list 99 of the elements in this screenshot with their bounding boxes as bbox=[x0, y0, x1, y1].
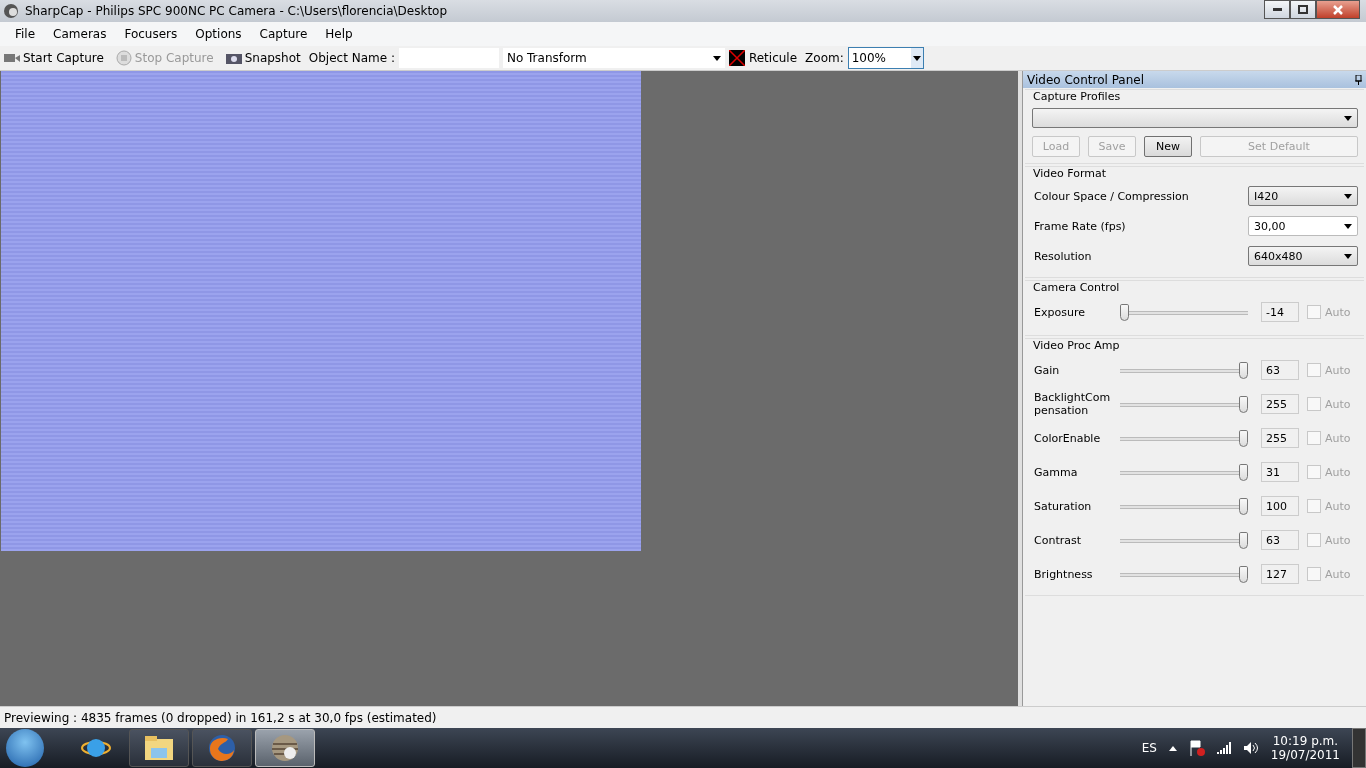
format-dropdown[interactable]: 640x480 bbox=[1248, 246, 1358, 266]
control-label: Brightness bbox=[1034, 567, 1094, 581]
stop-icon bbox=[115, 50, 132, 66]
profile-dropdown[interactable] bbox=[1032, 108, 1358, 128]
profile-button[interactable]: New bbox=[1144, 136, 1192, 157]
auto-label: Auto bbox=[1325, 305, 1351, 319]
control-label: Contrast bbox=[1034, 533, 1082, 547]
value-field[interactable]: 255 bbox=[1261, 394, 1299, 414]
menu-item[interactable]: Help bbox=[316, 27, 362, 41]
value-field[interactable]: 63 bbox=[1261, 360, 1299, 380]
camera-icon bbox=[4, 52, 20, 64]
slider-thumb[interactable] bbox=[1239, 429, 1248, 447]
auto-label: Auto bbox=[1325, 397, 1351, 411]
caret-icon bbox=[1344, 193, 1352, 199]
signal-bars-icon[interactable] bbox=[1216, 742, 1231, 754]
caret-icon bbox=[1344, 115, 1352, 121]
caret-icon bbox=[1344, 253, 1352, 259]
control-label: BacklightCom pensation bbox=[1034, 391, 1112, 417]
object-name-label: Object Name : bbox=[308, 51, 395, 65]
field-label: Frame Rate (fps) bbox=[1034, 219, 1126, 233]
taskbar-app[interactable] bbox=[129, 729, 189, 767]
start-button[interactable] bbox=[6, 729, 44, 767]
auto-label: Auto bbox=[1325, 431, 1351, 445]
toolbar-button[interactable]: Start Capture bbox=[0, 51, 108, 65]
slider-thumb[interactable] bbox=[1239, 497, 1248, 515]
format-dropdown[interactable]: 30,00 bbox=[1248, 216, 1358, 236]
slider-thumb[interactable] bbox=[1239, 531, 1248, 549]
value-field[interactable]: 63 bbox=[1261, 530, 1299, 550]
app-icon bbox=[3, 3, 19, 19]
auto-checkbox[interactable] bbox=[1307, 397, 1321, 411]
slider-thumb[interactable] bbox=[1239, 361, 1248, 379]
planet-camera-icon bbox=[270, 733, 300, 763]
auto-label: Auto bbox=[1325, 465, 1351, 479]
reticule-icon bbox=[728, 50, 745, 66]
caret-icon bbox=[1344, 223, 1352, 229]
slider-thumb[interactable] bbox=[1239, 463, 1248, 481]
control-label: Gain bbox=[1034, 363, 1061, 377]
language-indicator[interactable]: ES bbox=[1141, 741, 1157, 755]
control-label: Exposure bbox=[1034, 305, 1086, 319]
taskbar-app[interactable] bbox=[192, 729, 252, 767]
menu-item[interactable]: Options bbox=[186, 27, 251, 41]
caret-icon bbox=[712, 55, 721, 61]
slider-thumb[interactable] bbox=[1239, 565, 1248, 583]
control-label: ColorEnable bbox=[1034, 431, 1102, 445]
flag-error-icon[interactable] bbox=[1188, 740, 1205, 756]
group-title: Video Format bbox=[1033, 167, 1108, 181]
folder-icon bbox=[144, 735, 174, 761]
auto-label: Auto bbox=[1325, 567, 1351, 581]
taskbar-app[interactable] bbox=[255, 729, 315, 767]
group-title: Video Proc Amp bbox=[1033, 339, 1121, 353]
panel-title: Video Control Panel bbox=[1027, 72, 1144, 87]
zoom-label: Zoom: bbox=[805, 51, 844, 65]
auto-checkbox[interactable] bbox=[1307, 533, 1321, 547]
maximize-icon bbox=[1298, 5, 1308, 14]
show-desktop-button[interactable] bbox=[1352, 728, 1366, 768]
caret-icon bbox=[912, 55, 921, 61]
control-label: Saturation bbox=[1034, 499, 1093, 513]
maximize-button[interactable] bbox=[1290, 0, 1316, 19]
minimize-icon bbox=[1272, 8, 1282, 11]
group-title: Camera Control bbox=[1033, 281, 1121, 295]
close-icon bbox=[1333, 4, 1343, 15]
value-field[interactable]: 31 bbox=[1261, 462, 1299, 482]
slider-thumb[interactable] bbox=[1120, 303, 1129, 321]
auto-label: Auto bbox=[1325, 533, 1351, 547]
value-field[interactable]: 100 bbox=[1261, 496, 1299, 516]
menu-item[interactable]: Capture bbox=[250, 27, 317, 41]
minimize-button[interactable] bbox=[1264, 0, 1290, 19]
close-button[interactable] bbox=[1316, 0, 1360, 19]
volume-icon[interactable] bbox=[1242, 741, 1259, 755]
auto-label: Auto bbox=[1325, 363, 1351, 377]
zoom-dropdown[interactable]: 100% bbox=[847, 47, 924, 69]
auto-checkbox[interactable] bbox=[1307, 305, 1321, 319]
up-arrow-icon[interactable] bbox=[1168, 745, 1177, 751]
transform-dropdown[interactable]: No Transform bbox=[502, 48, 725, 68]
reticule-label: Reticule bbox=[748, 51, 798, 65]
pin-icon[interactable] bbox=[1355, 74, 1362, 85]
menu-item[interactable]: File bbox=[6, 27, 45, 41]
clock[interactable]: 10:19 p.m. 19/07/2011 bbox=[1270, 734, 1340, 762]
menu-item[interactable]: Focusers bbox=[115, 27, 187, 41]
field-label: Resolution bbox=[1034, 249, 1092, 263]
snapshot-camera-icon bbox=[225, 51, 242, 65]
value-field[interactable]: 127 bbox=[1261, 564, 1299, 584]
window-title: SharpCap - Philips SPC 900NC PC Camera - C:\Users\florencia\Desktop bbox=[25, 4, 449, 18]
group-title: Capture Profiles bbox=[1033, 90, 1122, 104]
auto-checkbox[interactable] bbox=[1307, 567, 1321, 581]
auto-checkbox[interactable] bbox=[1307, 431, 1321, 445]
auto-checkbox[interactable] bbox=[1307, 465, 1321, 479]
auto-label: Auto bbox=[1325, 499, 1351, 513]
auto-checkbox[interactable] bbox=[1307, 363, 1321, 377]
value-field[interactable]: -14 bbox=[1261, 302, 1299, 322]
control-label: Gamma bbox=[1034, 465, 1079, 479]
auto-checkbox[interactable] bbox=[1307, 499, 1321, 513]
toolbar-button[interactable]: Snapshot bbox=[221, 51, 305, 65]
slider-thumb[interactable] bbox=[1239, 395, 1248, 413]
value-field[interactable]: 255 bbox=[1261, 428, 1299, 448]
field-label: Colour Space / Compression bbox=[1034, 189, 1189, 203]
globe-fox-icon bbox=[207, 733, 237, 763]
format-dropdown[interactable]: I420 bbox=[1248, 186, 1358, 206]
menu-item[interactable]: Cameras bbox=[44, 27, 116, 41]
